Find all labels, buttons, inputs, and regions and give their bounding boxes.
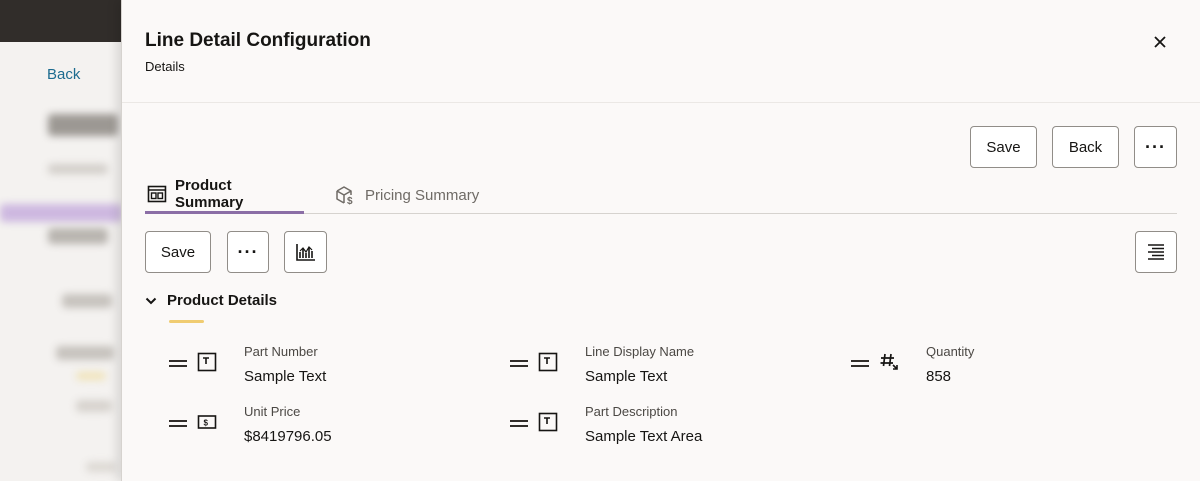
background-app-header bbox=[0, 0, 122, 42]
drawer-body: Save Back ··· Product Summary $ Pricing … bbox=[122, 104, 1200, 481]
tab-product-summary[interactable]: Product Summary bbox=[145, 176, 304, 214]
background-text-blur bbox=[48, 164, 108, 174]
svg-text:$: $ bbox=[347, 196, 353, 205]
field-value: $8419796.05 bbox=[244, 428, 332, 445]
text-align-icon bbox=[1148, 244, 1164, 260]
section-accent-bar bbox=[169, 320, 204, 323]
section-save-button[interactable]: Save bbox=[145, 231, 211, 273]
field-list-button[interactable] bbox=[1135, 231, 1177, 273]
drawer-header: Line Detail Configuration Details bbox=[122, 0, 1200, 103]
field-quantity: Quantity 858 bbox=[851, 344, 1151, 392]
field-line-display-name: Line Display Name Sample Text bbox=[510, 344, 810, 392]
tab-label: Product Summary bbox=[174, 176, 244, 211]
field-label: Part Number bbox=[244, 344, 318, 359]
drawer-subtitle: Details bbox=[145, 59, 185, 74]
field-value: Sample Text bbox=[585, 368, 668, 385]
drag-handle-icon[interactable] bbox=[169, 358, 187, 368]
drag-handle-icon[interactable] bbox=[510, 358, 528, 368]
background-selected-nav-blur bbox=[0, 204, 122, 222]
section-title: Product Details bbox=[167, 292, 278, 309]
save-button[interactable]: Save bbox=[970, 126, 1037, 168]
close-icon bbox=[1154, 36, 1166, 48]
number-field-icon bbox=[880, 353, 898, 370]
layout-panel-icon bbox=[147, 185, 167, 202]
field-part-number: Part Number Sample Text bbox=[169, 344, 469, 392]
drawer-title: Line Detail Configuration bbox=[145, 30, 371, 51]
text-field-icon bbox=[538, 352, 558, 372]
bar-chart-icon bbox=[295, 244, 315, 261]
drag-handle-icon[interactable] bbox=[510, 418, 528, 428]
drag-handle-icon[interactable] bbox=[851, 358, 869, 368]
tab-pricing-summary[interactable]: $ Pricing Summary bbox=[335, 176, 479, 214]
field-unit-price: $ Unit Price $8419796.05 bbox=[169, 404, 469, 452]
background-back-link[interactable]: Back bbox=[47, 66, 80, 83]
field-part-description: Part Description Sample Text Area bbox=[510, 404, 810, 452]
chart-button[interactable] bbox=[284, 231, 327, 273]
tab-bar: Product Summary $ Pricing Summary bbox=[145, 176, 1177, 214]
back-button[interactable]: Back bbox=[1052, 126, 1119, 168]
field-value: Sample Text bbox=[244, 368, 327, 385]
background-header-glyph bbox=[18, 34, 58, 42]
field-label: Unit Price bbox=[244, 404, 301, 419]
background-nav-blur bbox=[48, 228, 108, 244]
field-label: Line Display Name bbox=[585, 344, 695, 359]
background-text-blur bbox=[86, 462, 116, 472]
background-heading-blur bbox=[48, 114, 118, 136]
drag-handle-icon[interactable] bbox=[169, 418, 187, 428]
field-value: Sample Text Area bbox=[585, 428, 703, 445]
box-dollar-icon: $ bbox=[336, 186, 353, 205]
background-nav-blur bbox=[62, 294, 112, 308]
field-label: Part Description bbox=[585, 404, 678, 419]
background-accent-blur bbox=[76, 372, 106, 380]
product-details-toggle[interactable]: Product Details bbox=[145, 292, 277, 309]
svg-text:$: $ bbox=[204, 419, 209, 428]
line-detail-drawer: Line Detail Configuration Details Save B… bbox=[121, 0, 1200, 481]
text-field-icon bbox=[197, 352, 217, 372]
background-nav-blur bbox=[56, 346, 114, 360]
tab-label: Pricing Summary bbox=[365, 186, 480, 204]
field-label: Quantity bbox=[926, 344, 975, 359]
close-button[interactable] bbox=[1146, 28, 1174, 56]
background-content bbox=[0, 42, 122, 481]
background-text-blur bbox=[76, 400, 112, 412]
section-more-button[interactable]: ··· bbox=[227, 231, 269, 273]
text-field-icon bbox=[538, 412, 558, 432]
field-value: 858 bbox=[926, 368, 952, 385]
currency-field-icon: $ bbox=[197, 415, 217, 429]
more-actions-button[interactable]: ··· bbox=[1134, 126, 1177, 168]
chevron-down-icon bbox=[145, 297, 157, 304]
